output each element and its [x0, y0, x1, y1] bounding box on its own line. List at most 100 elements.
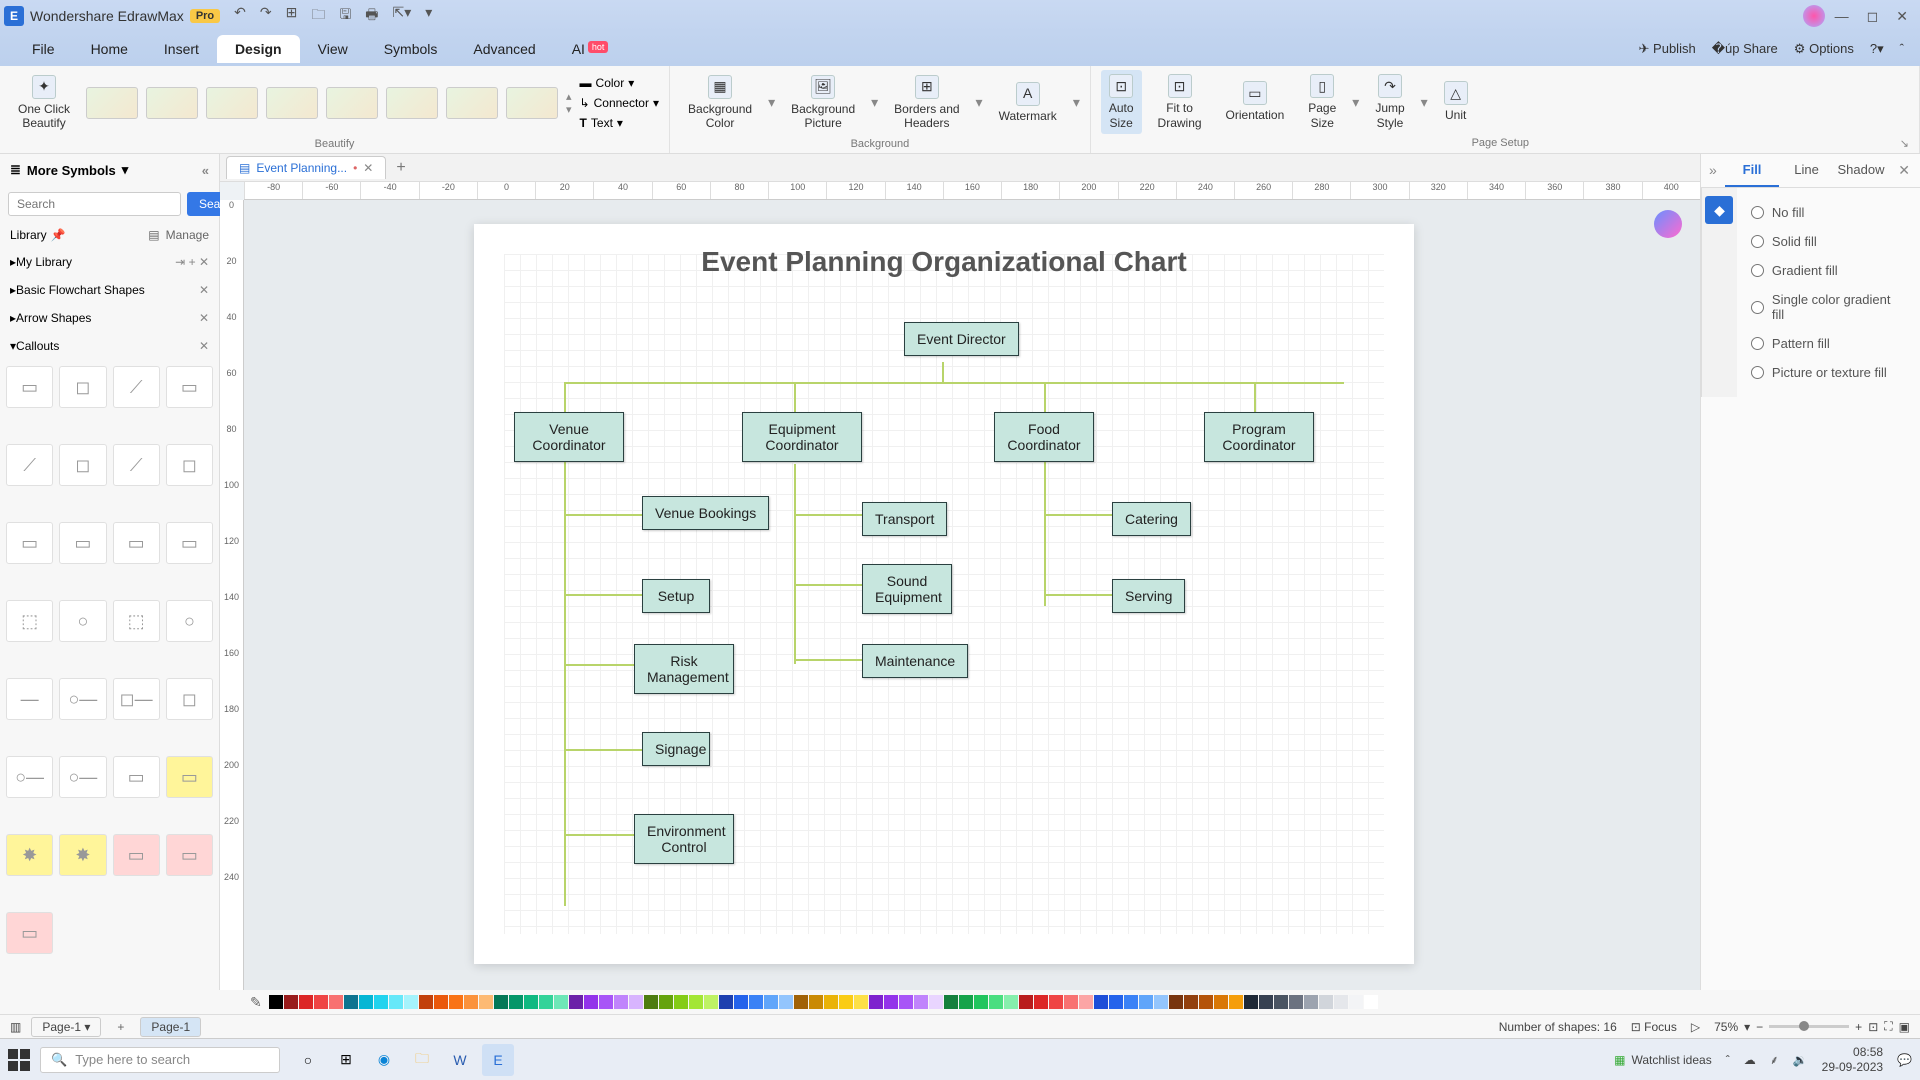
menu-advanced[interactable]: Advanced: [455, 35, 553, 63]
ai-assistant-icon[interactable]: [1654, 210, 1682, 238]
pin-icon[interactable]: 📌: [51, 228, 66, 242]
color-swatch[interactable]: [1079, 995, 1093, 1009]
color-swatch[interactable]: [1139, 995, 1153, 1009]
help-icon[interactable]: ?▾: [1870, 41, 1884, 57]
shape-item[interactable]: ⟋: [113, 366, 160, 408]
minimize-icon[interactable]: —: [1835, 8, 1849, 25]
node-setup[interactable]: Setup: [642, 579, 710, 613]
color-swatch[interactable]: [869, 995, 883, 1009]
mylib-close-icon[interactable]: ✕: [199, 255, 209, 269]
menu-insert[interactable]: Insert: [146, 35, 217, 63]
theme-3[interactable]: [206, 87, 258, 119]
one-click-beautify-button[interactable]: ✦One Click Beautify: [10, 71, 78, 135]
color-swatch[interactable]: [479, 995, 493, 1009]
qat-more-icon[interactable]: ▾: [425, 4, 432, 28]
shape-item[interactable]: ⟋: [113, 444, 160, 486]
node-transport[interactable]: Transport: [862, 502, 947, 536]
node-signage[interactable]: Signage: [642, 732, 710, 766]
background-picture-button[interactable]: 🖼Background Picture: [783, 71, 863, 135]
taskbar-clock[interactable]: 08:5829-09-2023: [1822, 1045, 1883, 1074]
play-icon[interactable]: ▷: [1691, 1020, 1700, 1034]
color-swatch[interactable]: [344, 995, 358, 1009]
tray-onedrive-icon[interactable]: ☁: [1744, 1053, 1756, 1067]
menu-symbols[interactable]: Symbols: [366, 35, 456, 63]
fill-picture-radio[interactable]: Picture or texture fill: [1751, 358, 1906, 387]
color-swatch[interactable]: [1019, 995, 1033, 1009]
color-swatch[interactable]: [1289, 995, 1303, 1009]
open-icon[interactable]: 🗀: [311, 4, 325, 28]
color-swatch[interactable]: [974, 995, 988, 1009]
fill-gradient-radio[interactable]: Gradient fill: [1751, 256, 1906, 285]
color-swatch[interactable]: [1154, 995, 1168, 1009]
color-swatch[interactable]: [554, 995, 568, 1009]
node-serving[interactable]: Serving: [1112, 579, 1185, 613]
color-swatch[interactable]: [1049, 995, 1063, 1009]
cat2-close-icon[interactable]: ✕: [199, 311, 209, 325]
color-swatch[interactable]: [1244, 995, 1258, 1009]
theme-5[interactable]: [326, 87, 378, 119]
borders-dropdown-icon[interactable]: ▾: [976, 94, 983, 111]
node-food-coordinator[interactable]: Food Coordinator: [994, 412, 1094, 462]
new-tab-icon[interactable]: +: [396, 159, 405, 177]
zoom-out-icon[interactable]: −: [1756, 1020, 1763, 1034]
color-swatch[interactable]: [1169, 995, 1183, 1009]
drawing-canvas[interactable]: Event Planning Organizational Chart: [244, 200, 1700, 990]
cat1-close-icon[interactable]: ✕: [199, 283, 209, 297]
color-swatch[interactable]: [734, 995, 748, 1009]
redo-icon[interactable]: ↷: [260, 4, 272, 28]
add-page-icon[interactable]: +: [111, 1020, 130, 1034]
taskbar-explorer-icon[interactable]: 🗀: [406, 1044, 438, 1076]
theme-7[interactable]: [446, 87, 498, 119]
shape-item[interactable]: ▭: [6, 522, 53, 564]
category-callouts[interactable]: ▾ Callouts✕: [0, 332, 219, 360]
color-swatch[interactable]: [584, 995, 598, 1009]
text-theme-button[interactable]: T Text ▾: [580, 116, 659, 130]
color-swatch[interactable]: [509, 995, 523, 1009]
color-swatch[interactable]: [959, 995, 973, 1009]
print-icon[interactable]: 🖶: [365, 4, 378, 28]
color-swatch[interactable]: [374, 995, 388, 1009]
fill-solid-radio[interactable]: Solid fill: [1751, 227, 1906, 256]
color-swatch[interactable]: [404, 995, 418, 1009]
color-swatch[interactable]: [389, 995, 403, 1009]
color-swatch[interactable]: [569, 995, 583, 1009]
collapse-ribbon-icon[interactable]: ˆ: [1900, 41, 1904, 57]
fill-color-button[interactable]: ▬ Color ▾: [580, 76, 659, 90]
bg-color-dropdown-icon[interactable]: ▾: [768, 94, 775, 111]
menu-design[interactable]: Design: [217, 35, 300, 63]
publish-button[interactable]: ✈ Publish: [1639, 41, 1696, 57]
bg-picture-dropdown-icon[interactable]: ▾: [871, 94, 878, 111]
node-environment-control[interactable]: Environment Control: [634, 814, 734, 864]
fullscreen-icon[interactable]: ⛶: [1884, 1019, 1892, 1034]
page-tab-1[interactable]: Page-1: [140, 1017, 201, 1037]
color-swatch[interactable]: [1364, 995, 1378, 1009]
menu-ai[interactable]: AIhot: [554, 35, 627, 63]
color-swatch[interactable]: [704, 995, 718, 1009]
theme-1[interactable]: [86, 87, 138, 119]
close-icon[interactable]: ✕: [1896, 8, 1908, 25]
color-swatch[interactable]: [689, 995, 703, 1009]
shape-item[interactable]: ▭: [6, 912, 53, 954]
shape-item[interactable]: ▭: [166, 756, 213, 798]
theme-2[interactable]: [146, 87, 198, 119]
taskbar-word-icon[interactable]: W: [444, 1044, 476, 1076]
color-swatch[interactable]: [269, 995, 283, 1009]
color-swatch[interactable]: [1004, 995, 1018, 1009]
color-swatch[interactable]: [1034, 995, 1048, 1009]
color-swatch[interactable]: [914, 995, 928, 1009]
page-setup-launcher-icon[interactable]: ↘: [1900, 137, 1909, 150]
node-program-coordinator[interactable]: Program Coordinator: [1204, 412, 1314, 462]
color-swatch[interactable]: [284, 995, 298, 1009]
share-button[interactable]: �úp Share: [1712, 41, 1778, 57]
jump-style-button[interactable]: ↷Jump Style: [1367, 70, 1412, 134]
color-swatch[interactable]: [434, 995, 448, 1009]
color-swatch[interactable]: [779, 995, 793, 1009]
menu-view[interactable]: View: [300, 35, 366, 63]
shape-item[interactable]: ○—: [59, 678, 106, 720]
right-panel-expand-icon[interactable]: »: [1701, 154, 1725, 187]
tray-chevron-icon[interactable]: ˆ: [1726, 1053, 1730, 1067]
node-risk-management[interactable]: Risk Management: [634, 644, 734, 694]
color-swatch[interactable]: [314, 995, 328, 1009]
collapse-left-icon[interactable]: «: [202, 163, 209, 178]
color-swatch[interactable]: [494, 995, 508, 1009]
